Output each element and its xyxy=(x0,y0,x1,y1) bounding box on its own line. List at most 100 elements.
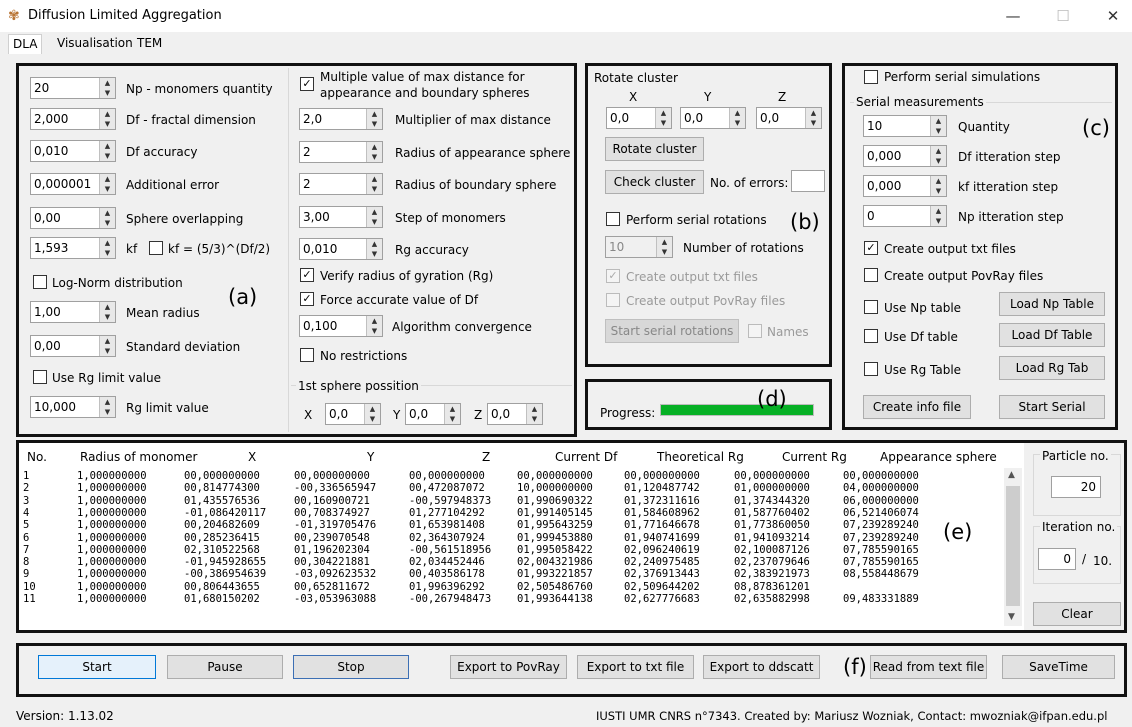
multiplier-input[interactable]: 2,0 ▲ ▼ xyxy=(299,108,383,130)
export-povray-button[interactable]: Export to PovRay xyxy=(450,655,567,679)
create-info-button[interactable]: Create info file xyxy=(863,395,971,419)
table-scrollbar[interactable]: ▲ ▼ xyxy=(1004,468,1022,626)
serial-txt-checkbox[interactable]: ✓ xyxy=(864,241,878,255)
panel-f-tag: (f) xyxy=(843,655,867,679)
df-step-input[interactable]: 0,000 ▲ ▼ xyxy=(863,145,947,167)
multi-checkbox[interactable]: ✓ xyxy=(300,77,314,91)
maximize-button[interactable]: ☐ xyxy=(1043,4,1083,28)
start-serial-button[interactable]: Start Serial xyxy=(999,395,1105,419)
table-cell: 01,940741699 xyxy=(624,531,700,544)
table-cell: 06,000000000 xyxy=(843,494,919,507)
iteration-field[interactable]: 0 xyxy=(1038,548,1076,570)
use-np-table-label: Use Np table xyxy=(884,301,962,315)
df-accuracy-input[interactable]: 0,010 ▲ ▼ xyxy=(30,140,116,162)
rot-y-input[interactable]: 0,0 ▲ ▼ xyxy=(680,107,746,129)
table-cell: 00,204682609 xyxy=(184,519,260,532)
kf-step-input[interactable]: 0,000 ▲ ▼ xyxy=(863,175,947,197)
iteration-label: Iteration no. xyxy=(1040,520,1118,534)
table-cell: 01,435576536 xyxy=(184,494,260,507)
use-np-table-checkbox[interactable] xyxy=(864,300,878,314)
serial-rotations-checkbox[interactable] xyxy=(606,212,620,226)
np-step-label: Np itteration step xyxy=(958,210,1064,224)
pause-button[interactable]: Pause xyxy=(167,655,283,679)
no-restrictions-checkbox[interactable] xyxy=(300,348,314,362)
read-text-file-button[interactable]: Read from text file xyxy=(870,655,987,679)
np-step-input[interactable]: 0 ▲ ▼ xyxy=(863,205,947,227)
first-x-input[interactable]: 0,0 ▲ ▼ xyxy=(325,403,381,425)
convergence-input[interactable]: 0,100 ▲ ▼ xyxy=(299,315,383,337)
rg-limit-input[interactable]: 10,000 ▲ ▼ xyxy=(30,396,116,418)
table-cell: 02,034452446 xyxy=(409,556,485,569)
load-rg-table-button[interactable]: Load Rg Tab xyxy=(999,356,1105,380)
results-body: 1 1,000000000 00,000000000 00,000000000 00,0… xyxy=(21,470,1006,626)
table-cell: 1,000000000 xyxy=(77,568,147,581)
load-np-table-button[interactable]: Load Np Table xyxy=(999,292,1105,316)
table-cell: 01,680150202 xyxy=(184,593,260,605)
tab-dla[interactable]: DLA xyxy=(8,34,43,54)
table-cell: 1,000000000 xyxy=(77,580,147,593)
step-input[interactable]: 3,00 ▲ ▼ xyxy=(299,206,383,228)
quantity-input[interactable]: 10 ▲ ▼ xyxy=(863,115,947,137)
minimize-button[interactable]: — xyxy=(993,4,1033,28)
first-y-input[interactable]: 0,0 ▲ ▼ xyxy=(405,403,461,425)
appearance-radius-input[interactable]: 2 ▲ ▼ xyxy=(299,141,383,163)
table-cell: 00,304221881 xyxy=(294,556,370,569)
rotate-cluster-button[interactable]: Rotate cluster xyxy=(605,137,704,161)
serial-pov-checkbox[interactable] xyxy=(864,268,878,282)
table-cell: 01,000000000 xyxy=(734,482,810,495)
names-checkbox[interactable] xyxy=(748,324,762,338)
first-sphere-label: 1st sphere possition xyxy=(296,379,421,393)
check-cluster-button[interactable]: Check cluster xyxy=(605,170,704,194)
scroll-thumb[interactable] xyxy=(1006,486,1020,606)
additional-error-input[interactable]: 0,000001 ▲ ▼ xyxy=(30,173,116,195)
kf-formula-checkbox[interactable] xyxy=(149,241,163,255)
version-label: Version: 1.13.02 xyxy=(16,709,114,723)
use-df-table-checkbox[interactable] xyxy=(864,329,878,343)
tab-tem[interactable]: TEM xyxy=(133,34,166,54)
names-label: Names xyxy=(767,325,809,339)
scroll-down-icon[interactable]: ▼ xyxy=(1008,612,1015,622)
np-input[interactable]: 20 ▲ ▼ xyxy=(30,77,116,99)
lognorm-checkbox[interactable] xyxy=(33,275,47,289)
rot-x-input[interactable]: 0,0 ▲ ▼ xyxy=(606,107,672,129)
std-input[interactable]: 0,00 ▲ ▼ xyxy=(30,335,116,357)
df-input[interactable]: 2,000 ▲ ▼ xyxy=(30,108,116,130)
use-rg-checkbox[interactable] xyxy=(33,370,47,384)
table-cell: 00,000000000 xyxy=(734,470,810,482)
use-rg-table-checkbox[interactable] xyxy=(864,362,878,376)
table-cell: 01,120487742 xyxy=(624,482,700,495)
first-z-input[interactable]: 0,0 ▲ ▼ xyxy=(487,403,543,425)
export-ddscatt-button[interactable]: Export to ddscatt xyxy=(703,655,820,679)
rotations-count-input[interactable]: 10 ▲ ▼ xyxy=(605,236,673,258)
tab-bar: DLA Visualisation TEM xyxy=(0,32,1132,54)
header-y: Y xyxy=(367,450,375,464)
table-cell: 02,004321986 xyxy=(517,556,593,569)
savetime-button[interactable]: SaveTime xyxy=(1002,655,1115,679)
table-cell: 1,000000000 xyxy=(77,470,147,482)
rot-pov-checkbox[interactable] xyxy=(606,293,620,307)
load-df-table-button[interactable]: Load Df Table xyxy=(999,323,1105,347)
force-checkbox[interactable]: ✓ xyxy=(300,292,314,306)
rot-txt-checkbox[interactable]: ✓ xyxy=(606,269,620,283)
scroll-up-icon[interactable]: ▲ xyxy=(1008,470,1015,480)
rot-z-input[interactable]: 0,0 ▲ ▼ xyxy=(756,107,822,129)
clear-button[interactable]: Clear xyxy=(1033,602,1121,626)
start-button[interactable]: Start xyxy=(38,655,156,679)
start-serial-rotations-button[interactable]: Start serial rotations xyxy=(605,319,739,343)
errors-field xyxy=(791,170,825,192)
close-button[interactable]: ✕ xyxy=(1093,4,1132,28)
tab-visualisation[interactable]: Visualisation xyxy=(53,34,137,54)
particle-field[interactable]: 20 xyxy=(1051,476,1101,498)
rg-accuracy-input[interactable]: 0,010 ▲ ▼ xyxy=(299,238,383,260)
boundary-radius-input[interactable]: 2 ▲ ▼ xyxy=(299,173,383,195)
verify-checkbox[interactable]: ✓ xyxy=(300,268,314,282)
table-cell: 00,814774300 xyxy=(184,482,260,495)
export-txt-button[interactable]: Export to txt file xyxy=(577,655,694,679)
overlap-input[interactable]: 0,00 ▲ ▼ xyxy=(30,207,116,229)
perform-serial-checkbox[interactable] xyxy=(864,70,878,84)
stop-button[interactable]: Stop xyxy=(293,655,409,679)
mean-radius-input[interactable]: 1,00 ▲ ▼ xyxy=(30,301,116,323)
table-cell: 00,285236415 xyxy=(184,531,260,544)
kf-input[interactable]: 1,593 ▲ ▼ xyxy=(30,237,116,259)
table-cell: 02,310522568 xyxy=(184,543,260,556)
